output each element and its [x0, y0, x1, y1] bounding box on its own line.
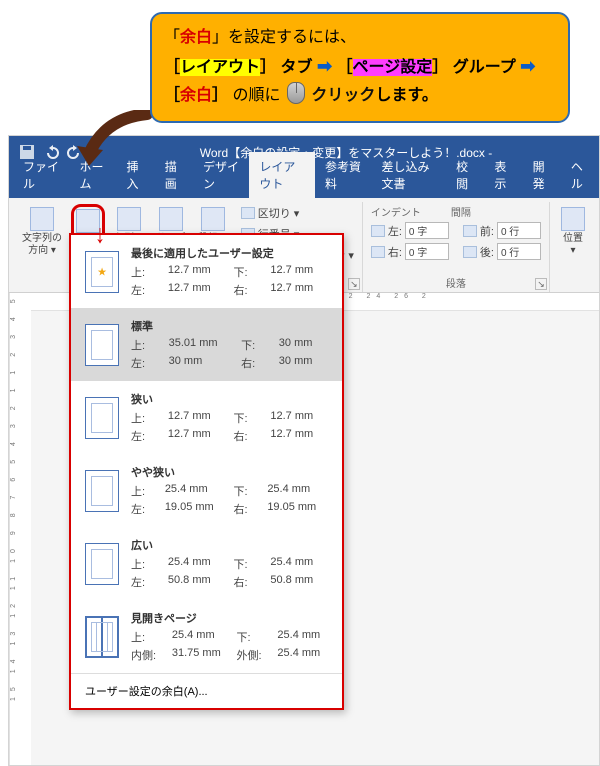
preset-values: 上:35.01 mm下:30 mm左:30 mm右:30 mm	[131, 337, 330, 371]
preset-values: 上:12.7 mm下:12.7 mm左:12.7 mm右:12.7 mm	[131, 410, 330, 444]
dialog-launcher-icon[interactable]: ↘	[535, 278, 547, 290]
margin-preset-3[interactable]: やや狭い上:25.4 mm下:25.4 mm左:19.05 mm右:19.05 …	[71, 454, 342, 527]
preset-title: 広い	[131, 537, 330, 553]
tab-ヘル[interactable]: ヘル	[561, 152, 599, 198]
save-icon[interactable]	[19, 144, 35, 160]
spacing-before-icon	[463, 225, 477, 237]
tab-デザイン[interactable]: デザイン	[193, 152, 249, 198]
margins-dropdown: 最後に適用したユーザー設定上:12.7 mm下:12.7 mm左:12.7 mm…	[69, 233, 344, 710]
tab-参考資料[interactable]: 参考資料	[315, 152, 371, 198]
callout-bracket: ］	[432, 59, 448, 76]
button-label: 位置 ▾	[563, 233, 583, 256]
position-icon	[561, 207, 585, 231]
spacing-after-icon	[463, 246, 477, 258]
callout-margin-button: 余白	[180, 87, 212, 104]
word-window: Word【余白の設定・変更】をマスターしよう！.docx - ファイルホーム挿入…	[8, 135, 600, 766]
callout-bracket: ］	[260, 59, 276, 76]
callout-pagesetup-group: ページ設定	[353, 59, 433, 76]
indent-left-input[interactable]: 0 字	[405, 222, 449, 239]
button-label: 文字列の 方向 ▾	[22, 233, 62, 256]
preset-values: 上:25.4 mm下:25.4 mm左:50.8 mm右:50.8 mm	[131, 556, 330, 590]
preset-title: 最後に適用したユーザー設定	[131, 245, 330, 261]
margin-thumbnail-icon	[85, 324, 119, 366]
size-icon	[159, 207, 183, 231]
indent-right-label: 右:	[388, 244, 402, 260]
preset-title: やや狭い	[131, 464, 330, 480]
preset-title: 狭い	[131, 391, 330, 407]
indent-left-label: 左:	[388, 223, 402, 239]
margin-preset-2[interactable]: 狭い上:12.7 mm下:12.7 mm左:12.7 mm右:12.7 mm	[71, 381, 342, 454]
callout-bracket: ［	[164, 59, 180, 76]
margin-preset-4[interactable]: 広い上:25.4 mm下:25.4 mm左:50.8 mm右:50.8 mm	[71, 527, 342, 600]
callout-text: 」を設定するには、	[212, 29, 356, 46]
annotation-down-arrow-icon: ↓	[95, 221, 105, 251]
custom-margins-item[interactable]: ユーザー設定の余白(A)...	[71, 673, 342, 708]
text-direction-icon	[30, 207, 54, 231]
instruction-callout: 「余白」を設定するには、 ［レイアウト］ タブ ➡ ［ページ設定］ グループ ➡…	[150, 12, 570, 123]
callout-bracket: ［	[164, 87, 180, 104]
indent-right-input[interactable]: 0 字	[405, 243, 449, 260]
callout-bracket: ］	[212, 87, 228, 104]
callout-text: の順に	[233, 87, 281, 104]
dialog-launcher-icon[interactable]: ↘	[348, 278, 360, 290]
group-arrange: 位置 ▾	[550, 202, 596, 292]
callout-text: タブ	[281, 59, 313, 76]
text-direction-button[interactable]: 文字列の 方向 ▾	[19, 204, 65, 259]
preset-values: 上:25.4 mm下:25.4 mm左:19.05 mm右:19.05 mm	[131, 483, 330, 517]
callout-layout-tab: レイアウト	[180, 59, 260, 76]
indent-right-icon	[371, 246, 385, 258]
spacing-after-label: 後:	[480, 244, 494, 260]
breaks-button[interactable]: 区切り ▾	[241, 204, 354, 222]
preset-title: 見開きページ	[131, 610, 330, 626]
mouse-icon	[287, 82, 305, 104]
tab-開発[interactable]: 開発	[523, 152, 561, 198]
margin-thumbnail-icon	[85, 616, 119, 658]
tab-描画[interactable]: 描画	[155, 152, 193, 198]
callout-keyword-margin: 余白	[180, 29, 212, 46]
group-label: 段落	[371, 275, 541, 292]
callout-text: 「	[164, 29, 180, 46]
arrow-right-icon: ➡	[520, 56, 535, 76]
columns-icon	[201, 207, 225, 231]
margin-thumbnail-icon	[85, 470, 119, 512]
callout-click-label: クリック	[311, 87, 375, 104]
margin-thumbnail-icon	[85, 543, 119, 585]
margin-preset-5[interactable]: 見開きページ上:25.4 mm下:25.4 mm内側:31.75 mm外側:25…	[71, 600, 342, 673]
button-label: 区切り ▾	[258, 205, 300, 221]
tab-表示[interactable]: 表示	[484, 152, 522, 198]
group-paragraph: インデント 間隔 左: 0 字 前: 0 行 右: 0 字	[363, 202, 550, 292]
preset-title: 標準	[131, 318, 330, 334]
margin-preset-0[interactable]: 最後に適用したユーザー設定上:12.7 mm下:12.7 mm左:12.7 mm…	[71, 235, 342, 308]
callout-bracket: ［	[337, 59, 353, 76]
indent-header: インデント	[371, 204, 421, 219]
callout-text: グループ	[453, 59, 516, 76]
spacing-header: 間隔	[451, 204, 471, 219]
position-button[interactable]: 位置 ▾	[558, 204, 588, 259]
margin-thumbnail-icon	[85, 251, 119, 293]
undo-icon[interactable]	[43, 144, 59, 160]
spacing-before-input[interactable]: 0 行	[497, 222, 541, 239]
breaks-icon	[241, 207, 255, 219]
orientation-icon	[117, 207, 141, 231]
spacing-before-label: 前:	[480, 223, 494, 239]
annotation-arrow-icon	[75, 110, 155, 170]
spacing-after-input[interactable]: 0 行	[497, 243, 541, 260]
ribbon-tabs: ファイルホーム挿入描画デザインレイアウト参考資料差し込み文書校閲表示開発ヘル	[9, 168, 599, 198]
callout-text: します。	[375, 87, 437, 104]
margin-thumbnail-icon	[85, 397, 119, 439]
tab-校閲[interactable]: 校閲	[446, 152, 484, 198]
tab-差し込み文書[interactable]: 差し込み文書	[371, 152, 446, 198]
preset-values: 上:25.4 mm下:25.4 mm内側:31.75 mm外側:25.4 mm	[131, 629, 330, 663]
indent-left-icon	[371, 225, 385, 237]
margin-preset-1[interactable]: 標準上:35.01 mm下:30 mm左:30 mm右:30 mm	[71, 308, 342, 381]
vertical-ruler: 15 14 13 12 11 10 9 8 7 6 5 4 3 2 1 1 2 …	[9, 293, 31, 765]
preset-values: 上:12.7 mm下:12.7 mm左:12.7 mm右:12.7 mm	[131, 264, 330, 298]
arrow-right-icon: ➡	[317, 56, 332, 76]
tab-レイアウト[interactable]: レイアウト	[249, 152, 315, 198]
